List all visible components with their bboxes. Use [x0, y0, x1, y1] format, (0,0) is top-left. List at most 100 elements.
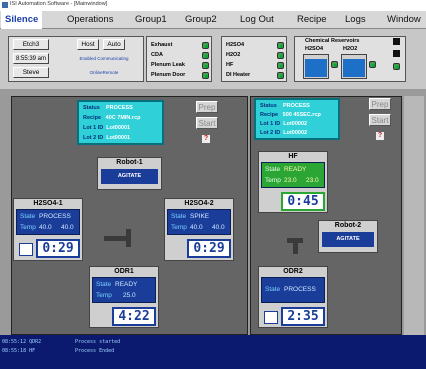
tank-name: ODR1 [114, 268, 134, 275]
lot1-label: Lot 1 ID [260, 121, 281, 127]
temp-actual: 23.0 [306, 177, 319, 184]
process-status: PROCESS [282, 103, 310, 109]
tank-state: READY [115, 281, 138, 288]
start-button[interactable]: Start [369, 114, 391, 126]
temp-actual: 40.0 [212, 224, 225, 231]
tank-name: H2SO4-1 [33, 200, 63, 207]
temp-label: Temp [265, 177, 281, 184]
menu-group2[interactable]: Group2 [185, 11, 217, 29]
agitate-icon [19, 243, 33, 256]
tank-state: SPIKE [190, 213, 210, 220]
robot-name: Robot-2 [334, 222, 362, 229]
tank-state: READY [284, 166, 307, 173]
lot2-id: Lot00002 [283, 130, 308, 136]
reservoir-tank-h2o2 [341, 54, 367, 79]
tank-hf[interactable]: HF State READY Temp 23.0 23.0 0:45 [258, 151, 328, 213]
status-led [202, 62, 209, 69]
interlock-label: DI Heater [226, 72, 251, 78]
process-status: PROCESS [105, 105, 133, 111]
robot-arm-icon [126, 229, 131, 247]
status-led [393, 63, 400, 70]
temp-setpoint: 23.0 [284, 177, 297, 184]
recipe-name: 500 45SEC.rcp [282, 112, 321, 118]
interlock-panel-1: Exhaust CDA Plenum Leak Plenum Door [146, 36, 212, 82]
tank-h2so4-1[interactable]: H2SO4-1 State PROCESS Temp 40.0 40.0 0:2… [13, 198, 83, 261]
log-time: 08:55:12 QDR2 [2, 339, 42, 345]
robot-2[interactable]: Robot-2 AGITATE [318, 220, 378, 253]
status-panel-left: Status PROCESS Recipe 40C 7MIN.rcp Lot 1… [77, 100, 164, 145]
chemical-reservoirs-panel: Chemical Reservoirs H2SO4 H2O2 [294, 36, 406, 82]
prep-button[interactable]: Prep [369, 98, 391, 110]
user-name: Steve [13, 67, 49, 78]
log-message: Process Ended [75, 348, 115, 354]
tank-state-box: State READY Temp 23.0 23.0 [261, 162, 325, 188]
reservoir-indicator [393, 38, 400, 45]
tank-h2so4-2[interactable]: H2SO4-2 State SPIKE Temp 40.0 40.0 0:29 [164, 198, 234, 261]
tank-name: HF [288, 153, 298, 160]
status-led [202, 52, 209, 59]
temp-label: Temp [20, 224, 36, 231]
interlock-label: Plenum Leak [151, 62, 185, 68]
tank-odr1[interactable]: ODR1 State READY Temp 25.0 4:22 [89, 266, 159, 328]
robot-arm-icon [293, 238, 298, 254]
tank-odr2[interactable]: ODR2 State PROCESS 2:35 [258, 266, 328, 328]
lot1-id: Lot00002 [283, 121, 308, 127]
reservoir-label: H2O2 [343, 46, 358, 52]
tank-state-box: State SPIKE Temp 40.0 40.0 [167, 209, 231, 235]
menu-operations[interactable]: Operations [67, 11, 113, 29]
app-icon [2, 2, 8, 8]
log-message: Process started [75, 339, 121, 345]
recipe-label: Recipe [260, 112, 279, 118]
help-button[interactable]: ? [375, 131, 385, 141]
reservoirs-title: Chemical Reservoirs [305, 38, 360, 44]
tank-name: H2SO4-2 [184, 200, 214, 207]
status-panel-right: Status PROCESS Recipe 500 45SEC.rcp Lot … [254, 98, 340, 140]
interlock-label: Exhaust [151, 42, 173, 48]
comm-status: Enabled Communicating [79, 56, 129, 61]
menu-group1[interactable]: Group1 [135, 11, 167, 29]
side-margin [404, 96, 424, 335]
start-button[interactable]: Start [196, 117, 218, 129]
menu-log-out[interactable]: Log Out [240, 11, 274, 29]
robot-arm-icon [104, 236, 128, 241]
prep-button[interactable]: Prep [196, 101, 218, 113]
log-time: 08:55:18 HF [2, 348, 36, 354]
interlock-label: H2SO4 [226, 42, 245, 48]
lot2-label: Lot 2 ID [83, 135, 104, 141]
event-log[interactable]: 08:55:12 QDR2 Process started 08:55:18 H… [0, 335, 426, 369]
process-timer: 0:29 [187, 239, 231, 258]
recipe-label: Recipe [83, 115, 102, 121]
state-label: State [20, 213, 36, 220]
state-label: State [265, 166, 281, 173]
tank-state: PROCESS [39, 213, 71, 220]
menu-window[interactable]: Window [387, 11, 421, 29]
status-led [277, 42, 284, 49]
lot2-id: Lot00001 [106, 135, 131, 141]
robot-1[interactable]: Robot-1 AGITATE [97, 157, 162, 190]
reservoir-label: H2SO4 [305, 46, 324, 52]
help-button[interactable]: ? [201, 134, 211, 144]
interlock-panel-2: H2SO4 H2O2 HF DI Heater [221, 36, 287, 82]
status-led [202, 42, 209, 49]
control-status: OnlineRemote [89, 70, 119, 75]
status-led [202, 72, 209, 79]
interlock-label: HF [226, 62, 234, 68]
lot1-label: Lot 1 ID [83, 125, 104, 131]
host-button[interactable]: Host [77, 39, 99, 50]
reservoir-indicator [393, 50, 400, 57]
robot-action: AGITATE [101, 169, 158, 184]
temp-label: Temp [96, 292, 112, 299]
tank-state-box: State PROCESS [261, 277, 325, 303]
state-label: State [171, 213, 187, 220]
process-timer: 0:45 [281, 192, 325, 211]
temp-label: Temp [171, 224, 187, 231]
status-led [331, 61, 338, 68]
menu-recipe[interactable]: Recipe [297, 11, 327, 29]
temp-setpoint: 40.0 [190, 224, 203, 231]
tank-state-box: State PROCESS Temp 40.0 40.0 [16, 209, 80, 235]
menu-logs[interactable]: Logs [345, 11, 366, 29]
clock: 8:55:39 am [13, 53, 49, 64]
menu-silence[interactable]: Silence [1, 11, 43, 29]
process-timer: 4:22 [112, 307, 156, 326]
auto-button[interactable]: Auto [103, 39, 125, 50]
